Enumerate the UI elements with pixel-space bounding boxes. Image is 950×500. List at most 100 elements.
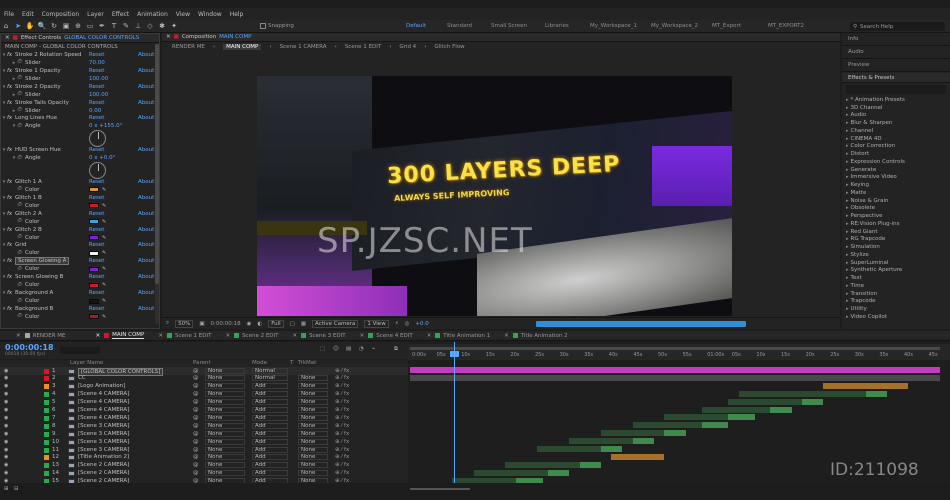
stopwatch-icon[interactable]: ⏱ — [17, 155, 25, 162]
mode-dropdown[interactable]: Add — [252, 446, 288, 453]
effect-row[interactable]: ▾ fx Stroke Tails Opacity Reset About — [1, 99, 159, 107]
label-color[interactable] — [44, 431, 49, 437]
label-color[interactable] — [44, 455, 49, 461]
about-link[interactable]: About — [138, 211, 154, 217]
pickwhip-icon[interactable]: @ — [193, 375, 199, 381]
trkmat-dropdown[interactable]: None — [298, 470, 328, 477]
visibility-eye-icon[interactable]: ◉ — [4, 391, 8, 397]
fast-previews-icon[interactable]: ⚡ — [395, 321, 399, 327]
parent-dropdown[interactable]: None — [205, 470, 245, 477]
effect-name[interactable]: Glitch 1 B — [15, 195, 42, 201]
effect-category[interactable]: RG Trapcode — [842, 236, 950, 244]
stopwatch-icon[interactable]: ⏱ — [17, 282, 25, 289]
label-color[interactable] — [44, 400, 49, 406]
visibility-eye-icon[interactable]: ◉ — [4, 454, 8, 460]
effect-row[interactable]: ⏱ Color ✎ — [1, 249, 159, 257]
effect-row[interactable]: ▾ fx Glitch 1 B Reset About — [1, 194, 159, 202]
trkmat-dropdown[interactable]: None — [298, 438, 328, 445]
color-swatch[interactable] — [89, 250, 99, 256]
about-link[interactable]: About — [138, 274, 154, 280]
color-channel-icon[interactable]: ◐ — [257, 321, 262, 327]
parent-dropdown[interactable]: None — [205, 454, 245, 461]
composition-navigator-icon[interactable]: ⧉ — [394, 346, 398, 353]
workspace-tab[interactable]: Libraries — [545, 23, 569, 29]
label-color[interactable] — [44, 368, 49, 374]
about-link[interactable]: About — [138, 100, 154, 106]
timecode-readout[interactable]: 0:00:00:18 — [211, 321, 241, 327]
layer-active-segment[interactable] — [579, 461, 601, 468]
effect-row[interactable]: ▾ fx Screen Glowing B Reset About — [1, 273, 159, 281]
mode-dropdown[interactable]: Add — [252, 399, 288, 406]
effect-name[interactable]: Glitch 1 A — [15, 179, 42, 185]
snapshot-icon[interactable]: ◉ — [247, 321, 252, 327]
effect-row[interactable]: ⏱ Color ✎ — [1, 186, 159, 194]
reset-link[interactable]: Reset — [89, 211, 104, 217]
layer-name[interactable]: [Scene 4 CAMERA] — [78, 415, 129, 421]
pickwhip-icon[interactable]: @ — [193, 415, 199, 421]
eyedropper-icon[interactable]: ✎ — [102, 250, 106, 256]
timeline-tab[interactable]: ✕ Scene 1 EDIT — [158, 333, 211, 339]
pickwhip-icon[interactable]: @ — [193, 447, 199, 453]
timeline-tab[interactable]: ✕ Scene 4 EDIT — [360, 333, 413, 339]
effect-category[interactable]: Synthetic Aperture — [842, 267, 950, 275]
layer-name[interactable]: [Scene 3 CAMERA] — [78, 423, 129, 429]
visibility-eye-icon[interactable]: ◉ — [4, 431, 8, 437]
type-tool-icon[interactable]: T — [110, 22, 119, 31]
eyedropper-icon[interactable]: ✎ — [102, 282, 106, 288]
stopwatch-icon[interactable]: ⏱ — [17, 298, 25, 305]
about-link[interactable]: About — [138, 258, 154, 264]
effect-category[interactable]: Video Copilot — [842, 313, 950, 321]
lock-icon[interactable]: ■ — [13, 35, 18, 41]
toggle-switches-icon[interactable]: ⊞ — [4, 486, 9, 492]
stopwatch-icon[interactable]: ⏱ — [17, 123, 25, 130]
layer-name[interactable]: [Scene 4 CAMERA] — [78, 399, 129, 405]
stopwatch-icon[interactable]: ⏱ — [17, 75, 25, 82]
effect-row[interactable]: ▸ ⏱ Slider 100.00 — [1, 75, 159, 83]
mode-dropdown[interactable]: Add — [252, 391, 288, 398]
stopwatch-icon[interactable]: ⏱ — [17, 91, 25, 98]
timeline-tab[interactable]: ✕ Title Animation 1 — [427, 333, 490, 339]
parent-dropdown[interactable]: None — [205, 375, 245, 382]
reset-link[interactable]: Reset — [89, 179, 104, 185]
puppet-tool-icon[interactable]: ✦ — [170, 22, 179, 31]
fx-toggle-icon[interactable]: fx — [7, 52, 15, 58]
effect-name[interactable]: Long Lines Hue — [15, 115, 57, 121]
workspace-tab[interactable]: MT_EXPORT2 — [768, 23, 804, 29]
mode-dropdown[interactable]: Add — [252, 430, 288, 437]
effect-category[interactable]: 3D Channel — [842, 104, 950, 112]
frame-blending-icon[interactable]: ▤ — [346, 346, 351, 352]
effect-row[interactable]: ▾ fx Glitch 2 B Reset About — [1, 226, 159, 234]
reset-link[interactable]: Reset — [89, 52, 104, 58]
graph-editor-icon[interactable]: ⌁ — [372, 346, 375, 352]
stopwatch-icon[interactable]: ⏱ — [17, 107, 25, 114]
effect-name[interactable]: Glitch 2 B — [15, 227, 42, 233]
effect-name[interactable]: Stroke 2 Rotation Speed — [15, 52, 82, 58]
label-color[interactable] — [44, 423, 49, 429]
shy-layers-icon[interactable]: ☺ — [333, 346, 339, 352]
about-link[interactable]: About — [138, 306, 154, 312]
effect-row[interactable]: ▾ fx Glitch 2 A Reset About — [1, 210, 159, 218]
table-row[interactable]: ◉ 7 [Scene 4 CAMERA] @ None Add None ⊕ ⁄ fx — [0, 414, 408, 422]
parent-dropdown[interactable]: None — [205, 422, 245, 429]
layer-duration-bar[interactable] — [410, 374, 940, 381]
tab-label[interactable]: Scene 1 EDIT — [175, 333, 211, 339]
effect-row[interactable]: ▾ fx Grid Reset About — [1, 242, 159, 250]
table-row[interactable]: ◉ 2 CC @ None Normal None ⊕ ⁄ fx — [0, 375, 408, 383]
selection-tool-icon[interactable]: ➤ — [14, 22, 23, 31]
visibility-eye-icon[interactable]: ◉ — [4, 470, 8, 476]
label-color[interactable] — [44, 408, 49, 413]
layer-switches[interactable]: ⊕ ⁄ fx — [335, 454, 349, 460]
layer-switches[interactable]: ⊕ ⁄ fx — [335, 431, 349, 437]
timeline-tab[interactable]: ✕ Scene 3 EDIT — [293, 333, 346, 339]
effect-row[interactable]: ▸ ⏱ Slider 100.00 — [1, 91, 159, 99]
trkmat-dropdown[interactable]: None — [298, 383, 328, 390]
reset-link[interactable]: Reset — [89, 306, 104, 312]
mode-dropdown[interactable]: Add — [252, 422, 288, 429]
label-color[interactable] — [44, 392, 49, 398]
effect-row[interactable]: ▸ ⏱ Slider 70.00 — [1, 59, 159, 67]
effects-presets-title[interactable]: Effects & Presets — [842, 73, 950, 83]
exposure-value[interactable]: +0.0 — [415, 321, 428, 327]
table-row[interactable]: ◉ 14 [Scene 2 CAMERA] @ None Add None ⊕ ⁄ fx — [0, 470, 408, 478]
flow-item[interactable]: Glitch Flow — [434, 44, 464, 50]
trkmat-dropdown[interactable]: None — [298, 414, 328, 421]
